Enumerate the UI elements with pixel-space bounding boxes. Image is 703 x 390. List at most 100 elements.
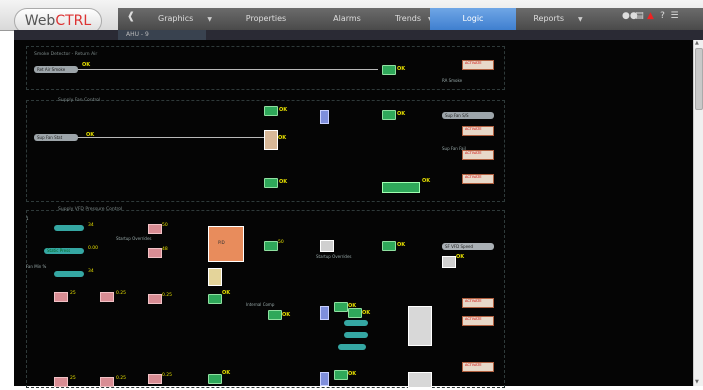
logic-block[interactable] bbox=[382, 110, 396, 120]
vertical-scrollbar[interactable]: ▲ ▼ bbox=[693, 40, 703, 386]
menu-icon[interactable]: ☰ bbox=[669, 11, 680, 22]
fan-min-label: Fan Min % bbox=[26, 264, 47, 269]
status-ok: OK bbox=[456, 254, 465, 260]
logic-block[interactable] bbox=[148, 374, 162, 384]
status-ok: OK bbox=[362, 310, 371, 316]
logic-block[interactable] bbox=[100, 292, 114, 302]
nav-band: Graphics▼ Properties Alarms Trends ▼ Log… bbox=[118, 8, 703, 30]
logic-block[interactable] bbox=[334, 302, 348, 312]
status-ok: OK bbox=[279, 107, 288, 113]
alarm-block[interactable]: ACTIVATE bbox=[462, 316, 494, 326]
status-ok: OK bbox=[82, 62, 91, 68]
logic-block[interactable] bbox=[148, 248, 162, 258]
input-sup-fan-stat[interactable]: Sup Fan Stat bbox=[34, 134, 78, 141]
logic-block[interactable] bbox=[382, 241, 396, 251]
nav-trends[interactable]: Trends bbox=[388, 8, 428, 30]
status-ok: OK bbox=[397, 66, 406, 72]
chevron-down-icon[interactable]: ▼ bbox=[207, 16, 212, 23]
scroll-up-icon[interactable]: ▲ bbox=[695, 40, 699, 46]
scroll-thumb[interactable] bbox=[695, 48, 703, 110]
nav-alarms[interactable]: Alarms bbox=[306, 8, 388, 30]
alarm-block[interactable]: ACTIVATE bbox=[462, 150, 494, 160]
nav-reports[interactable]: Reports ▼ bbox=[516, 8, 600, 30]
top-navigation-bar: WebCTRL Graphics ▼ Properties Alarms Tren… bbox=[0, 0, 703, 34]
back-arrow-icon[interactable]: ❰ bbox=[124, 10, 138, 24]
location-breadcrumb: AHU - 9 bbox=[126, 31, 149, 38]
status-ok: OK bbox=[397, 242, 406, 248]
input-static-press[interactable]: Static Press bbox=[44, 248, 84, 254]
value: 34 bbox=[88, 223, 94, 228]
logic-block[interactable] bbox=[100, 377, 114, 387]
input-static-sp[interactable] bbox=[54, 225, 84, 231]
print-icon[interactable]: ▤ bbox=[634, 11, 645, 22]
logic-block[interactable] bbox=[264, 241, 278, 251]
logic-block[interactable] bbox=[208, 294, 222, 304]
status-ok: OK bbox=[222, 290, 231, 296]
logic-block[interactable] bbox=[442, 256, 456, 268]
alarm-warning-icon[interactable]: ▲ bbox=[645, 11, 656, 22]
alarm-block[interactable]: ACTIVATE bbox=[462, 298, 494, 308]
status-ok: OK bbox=[278, 135, 287, 141]
alarm-block[interactable]: ACTIVATE bbox=[462, 174, 494, 184]
output-sup-fan-ss[interactable]: Sup Fan S/S bbox=[442, 112, 494, 119]
wire bbox=[78, 137, 264, 138]
help-icon[interactable]: ? bbox=[657, 11, 668, 22]
scroll-down-icon[interactable]: ▼ bbox=[695, 379, 699, 385]
logic-block[interactable] bbox=[382, 182, 420, 193]
input-fan-min[interactable] bbox=[54, 271, 84, 277]
value: 0.25 bbox=[162, 293, 173, 298]
status-ok: OK bbox=[282, 312, 291, 318]
binoculars-icon[interactable]: ●● bbox=[622, 11, 638, 22]
status-ok: OK bbox=[422, 178, 431, 184]
status-ok: OK bbox=[397, 111, 406, 117]
logic-block[interactable] bbox=[320, 372, 329, 386]
input-ret-air-smoke[interactable]: Ret Air Smoke bbox=[34, 66, 78, 73]
pid-block[interactable] bbox=[208, 226, 244, 262]
output-sf-vfd-speed[interactable]: SF VFD Speed bbox=[442, 243, 494, 250]
logic-block[interactable] bbox=[264, 178, 278, 188]
logic-block[interactable] bbox=[268, 310, 282, 320]
logic-block[interactable] bbox=[208, 268, 222, 286]
logic-block[interactable] bbox=[54, 292, 68, 302]
logic-block[interactable] bbox=[320, 240, 334, 252]
logic-block[interactable] bbox=[320, 110, 329, 124]
logic-canvas[interactable]: Smoke Detector - Return Air Ret Air Smok… bbox=[14, 40, 693, 388]
nav-logic[interactable]: Logic bbox=[430, 8, 516, 30]
logic-block[interactable] bbox=[320, 306, 329, 320]
static-sp-label: 1 bbox=[26, 216, 29, 221]
chevron-down-icon[interactable]: ▼ bbox=[578, 16, 583, 23]
logic-block[interactable] bbox=[408, 372, 432, 388]
value: 0.00 bbox=[88, 246, 99, 251]
output-label: RA Smoke bbox=[442, 78, 463, 83]
input-value[interactable] bbox=[344, 332, 368, 338]
logic-block[interactable] bbox=[408, 306, 432, 346]
webctrl-window: WebCTRL Graphics ▼ Properties Alarms Tren… bbox=[0, 0, 703, 390]
logic-block[interactable] bbox=[334, 370, 348, 380]
logic-block[interactable] bbox=[382, 65, 396, 75]
input-value[interactable] bbox=[338, 344, 366, 350]
alarm-block[interactable]: ACTIVATE bbox=[462, 362, 494, 372]
value: 25 bbox=[70, 376, 76, 381]
startup-label: Startup Overrides bbox=[116, 236, 152, 241]
alarm-block[interactable]: ACTIVATE bbox=[462, 126, 494, 136]
logic-block[interactable] bbox=[264, 130, 278, 150]
logic-block[interactable] bbox=[148, 294, 162, 304]
pid-label: PID bbox=[218, 240, 225, 245]
logic-block[interactable] bbox=[54, 377, 68, 387]
nav-properties[interactable]: Properties bbox=[226, 8, 306, 30]
wire bbox=[78, 69, 378, 70]
nav-graphics[interactable]: Graphics ▼ bbox=[144, 8, 226, 30]
logic-block[interactable] bbox=[148, 224, 162, 234]
section-smoke bbox=[26, 46, 505, 90]
alarm-block[interactable]: ACTIVATE bbox=[462, 60, 494, 70]
input-value[interactable] bbox=[344, 320, 368, 326]
section-title: Supply VFD Pressure Control bbox=[58, 207, 123, 212]
logic-block[interactable] bbox=[208, 374, 222, 384]
status-ok: OK bbox=[348, 371, 357, 377]
internal-label: Internal Comp bbox=[246, 302, 275, 307]
section-title: Smoke Detector - Return Air bbox=[34, 52, 98, 57]
value: 0.25 bbox=[162, 373, 173, 378]
logic-block[interactable] bbox=[348, 308, 362, 318]
value: 48 bbox=[162, 247, 168, 252]
logic-block[interactable] bbox=[264, 106, 278, 116]
